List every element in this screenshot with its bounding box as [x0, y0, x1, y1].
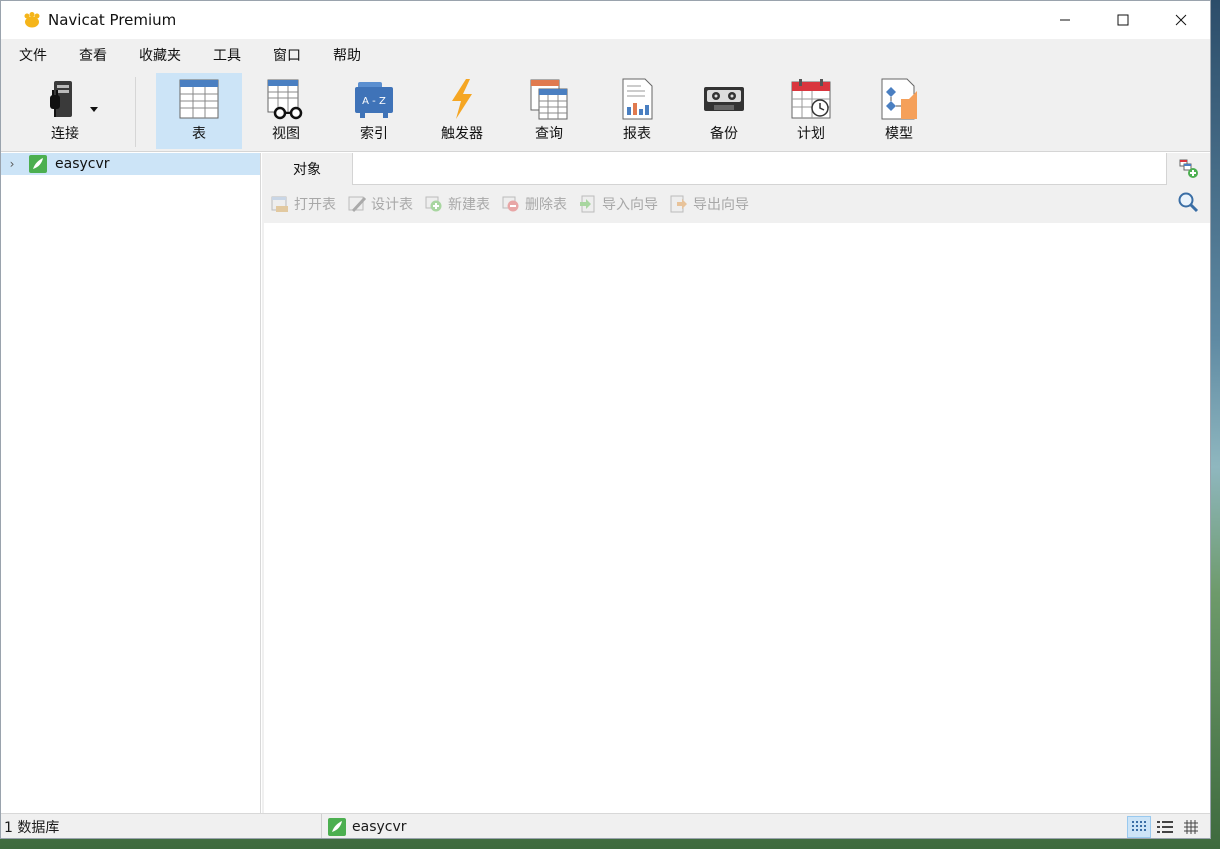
navicat-logo-icon [24, 12, 40, 28]
index-icon: A - Z [355, 82, 393, 118]
new-tab-icon [1179, 159, 1198, 178]
backup-icon [704, 87, 744, 111]
open-table-icon [271, 196, 288, 212]
schedule-icon [791, 79, 831, 119]
table-icon [179, 79, 219, 119]
tab-objects[interactable]: 对象 [262, 153, 352, 185]
toolbar-schedule-label: 计划 [797, 126, 825, 142]
minimize-button[interactable] [1036, 1, 1094, 39]
status-connection: easycvr [322, 818, 407, 836]
tree-item-label: easycvr [55, 156, 110, 172]
list-grid-icon [1132, 821, 1146, 831]
import-wizard-label: 导入向导 [602, 196, 658, 213]
svg-text:A - Z: A - Z [362, 96, 386, 107]
import-wizard-icon [580, 195, 595, 212]
menu-window[interactable]: 窗口 [263, 39, 311, 73]
import-wizard-button[interactable]: 导入向导 [578, 194, 658, 214]
report-icon [622, 78, 653, 120]
title-bar: Navicat Premium [1, 1, 1210, 39]
view-icon [267, 79, 303, 120]
detail-view-button[interactable] [1153, 816, 1177, 838]
grid-icon [1184, 820, 1198, 834]
main-toolbar: 连接 表 视图 A - Z 索引 触发器 查询 报表 备份 计划 模型 [1, 73, 1210, 152]
export-wizard-label: 导出向导 [693, 196, 749, 213]
list-view-button[interactable] [1127, 816, 1151, 838]
new-table-label: 新建表 [448, 196, 490, 213]
objects-toolbar: 打开表 设计表 新建表 删除表 导入向导 导出向导 [262, 185, 1210, 222]
close-icon [1175, 14, 1187, 26]
menu-favorites[interactable]: 收藏夹 [129, 39, 191, 73]
toolbar-model-label: 模型 [885, 126, 913, 142]
navicat-window: Navicat Premium 文件 查看 收藏夹 工具 窗口 帮助 连接 表 … [0, 0, 1211, 839]
connect-label: 连接 [51, 126, 79, 142]
connect-icon [50, 81, 98, 117]
design-table-label: 设计表 [371, 196, 413, 213]
menu-view[interactable]: 查看 [69, 39, 117, 73]
tree-item-connection[interactable]: › easycvr [1, 153, 260, 175]
maximize-button[interactable] [1094, 1, 1152, 39]
model-icon [881, 78, 917, 120]
toolbar-table-label: 表 [192, 126, 206, 142]
export-wizard-icon [670, 195, 687, 212]
view-mode-switcher [1125, 814, 1210, 838]
toolbar-report-label: 报表 [623, 126, 651, 142]
toolbar-schedule-button[interactable]: 计划 [768, 73, 854, 149]
menu-file[interactable]: 文件 [9, 39, 57, 73]
toolbar-trigger-button[interactable]: 触发器 [419, 73, 505, 149]
toolbar-index-label: 索引 [360, 126, 388, 142]
status-bar: 1 数据库 easycvr [1, 813, 1210, 838]
query-icon [530, 79, 568, 120]
objects-path-field [352, 153, 1167, 185]
design-table-button[interactable]: 设计表 [347, 194, 413, 214]
menu-bar: 文件 查看 收藏夹 工具 窗口 帮助 [1, 39, 1210, 73]
window-controls [1036, 1, 1210, 39]
trigger-icon [452, 79, 472, 119]
toolbar-view-label: 视图 [272, 126, 300, 142]
toolbar-separator [135, 77, 136, 147]
toolbar-query-button[interactable]: 查询 [506, 73, 592, 149]
objects-header: 对象 [262, 153, 1210, 185]
connection-tree: › easycvr [1, 153, 261, 813]
status-database-count: 1 数据库 [1, 814, 322, 838]
search-icon [1178, 192, 1199, 212]
status-connection-label: easycvr [352, 819, 407, 835]
open-table-button[interactable]: 打开表 [270, 194, 336, 214]
window-title: Navicat Premium [48, 11, 177, 29]
expand-arrow-icon[interactable]: › [3, 157, 21, 171]
toolbar-query-label: 查询 [535, 126, 563, 142]
new-table-button[interactable]: 新建表 [424, 194, 490, 214]
menu-tools[interactable]: 工具 [203, 39, 251, 73]
toolbar-report-button[interactable]: 报表 [594, 73, 680, 149]
export-wizard-button[interactable]: 导出向导 [669, 194, 749, 214]
delete-table-button[interactable]: 删除表 [501, 194, 567, 214]
search-button[interactable] [1177, 191, 1199, 217]
er-view-button[interactable] [1179, 816, 1203, 838]
design-table-icon [348, 196, 367, 212]
open-table-label: 打开表 [294, 196, 336, 213]
connect-button[interactable]: 连接 [13, 73, 117, 149]
toolbar-model-button[interactable]: 模型 [856, 73, 942, 149]
add-tab-button[interactable] [1167, 153, 1210, 185]
objects-pane: 对象 打开表 设计表 新建表 删除表 导入向导 导出向导 [262, 153, 1210, 813]
menu-help[interactable]: 帮助 [323, 39, 371, 73]
database-connection-icon [29, 155, 47, 173]
toolbar-view-button[interactable]: 视图 [243, 73, 329, 149]
toolbar-backup-label: 备份 [710, 126, 738, 142]
detail-list-icon [1157, 821, 1173, 833]
database-connection-icon [328, 818, 346, 836]
toolbar-backup-button[interactable]: 备份 [681, 73, 767, 149]
minimize-icon [1060, 19, 1070, 21]
new-table-icon [425, 196, 442, 211]
delete-table-icon [502, 196, 519, 211]
toolbar-table-button[interactable]: 表 [156, 73, 242, 149]
objects-list-area[interactable] [264, 223, 1210, 813]
maximize-icon [1117, 14, 1129, 26]
delete-table-label: 删除表 [525, 196, 567, 213]
close-button[interactable] [1152, 1, 1210, 39]
toolbar-index-button[interactable]: A - Z 索引 [331, 73, 417, 149]
toolbar-trigger-label: 触发器 [441, 126, 483, 142]
